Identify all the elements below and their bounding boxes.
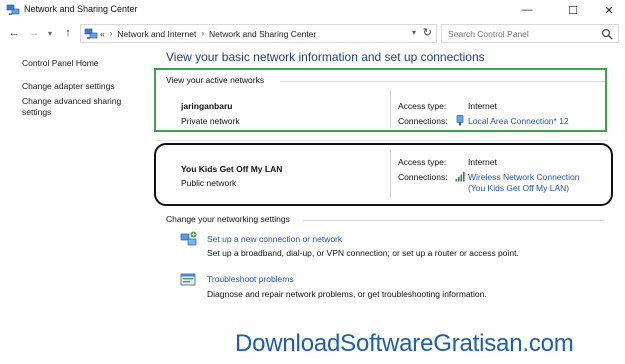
- wifi-signal-icon: [455, 172, 465, 182]
- network-center-icon: [84, 28, 98, 39]
- breadcrumb-separator[interactable]: ›: [110, 29, 113, 38]
- address-overflow[interactable]: «: [100, 29, 105, 39]
- network-center-icon: [6, 4, 20, 15]
- setup-new-connection-description: Set up a broadband, dial-up, or VPN conn…: [207, 248, 519, 258]
- back-button[interactable]: ←: [6, 25, 22, 41]
- network-name: jaringanbaru: [181, 101, 233, 111]
- section-divider: [303, 220, 605, 221]
- maximize-button[interactable]: ☐: [556, 0, 590, 20]
- page-title: View your basic network information and …: [166, 50, 485, 64]
- access-type-label: Access type:: [398, 101, 447, 111]
- access-type-value: Internet: [468, 157, 497, 167]
- wireless-connection-ssid-link[interactable]: (You Kids Get Off My LAN): [468, 183, 569, 193]
- network-name: You Kids Get Off My LAN: [181, 164, 283, 174]
- setup-new-connection-link[interactable]: Set up a new connection or network: [207, 234, 342, 244]
- breadcrumb-separator[interactable]: ›: [201, 29, 204, 38]
- up-button[interactable]: ↑: [60, 25, 76, 41]
- breadcrumb-network-sharing-center[interactable]: Network and Sharing Center: [209, 29, 316, 39]
- title-bar: Network and Sharing Center — ☐ ✕: [0, 0, 625, 22]
- troubleshoot-icon: [180, 273, 196, 286]
- search-icon[interactable]: [601, 28, 613, 40]
- network-separator: [156, 140, 608, 141]
- breadcrumb-network-and-internet[interactable]: Network and Internet: [117, 29, 196, 39]
- network-category-link[interactable]: Public network: [181, 178, 236, 188]
- minimize-button[interactable]: —: [510, 0, 544, 20]
- local-area-connection-link[interactable]: Local Area Connection* 12: [468, 116, 569, 126]
- address-row: ← → ▾ ↑ « › Network and Internet › Netwo…: [0, 22, 625, 46]
- window-title: Network and Sharing Center: [24, 4, 138, 14]
- connections-label: Connections:: [398, 116, 448, 126]
- section-divider: [280, 81, 605, 82]
- change-settings-label: Change your networking settings: [166, 214, 290, 224]
- search-input[interactable]: [442, 28, 592, 39]
- active-networks-label: View your active networks: [166, 75, 265, 85]
- change-adapter-settings-link[interactable]: Change adapter settings: [22, 81, 157, 92]
- ethernet-icon: [456, 115, 464, 126]
- search-box[interactable]: [441, 24, 619, 43]
- control-panel-home-link[interactable]: Control Panel Home: [22, 58, 157, 69]
- address-dropdown-button[interactable]: ▾: [412, 28, 416, 37]
- connections-label: Connections:: [398, 172, 448, 182]
- access-type-value: Internet: [468, 101, 497, 111]
- new-connection-icon: [180, 231, 197, 246]
- network-divider: [390, 150, 391, 198]
- address-bar[interactable]: « › Network and Internet › Network and S…: [80, 24, 437, 43]
- recent-locations-button[interactable]: ▾: [42, 25, 58, 41]
- close-button[interactable]: ✕: [592, 0, 625, 20]
- troubleshoot-problems-link[interactable]: Troubleshoot problems: [207, 274, 294, 284]
- troubleshoot-problems-description: Diagnose and repair network problems, or…: [207, 289, 487, 299]
- wireless-connection-link[interactable]: Wireless Network Connection: [468, 172, 579, 182]
- change-advanced-sharing-link[interactable]: Change advanced sharing settings: [22, 96, 134, 118]
- network-divider: [390, 90, 391, 128]
- access-type-label: Access type:: [398, 157, 447, 167]
- watermark-text: DownloadSoftwareGratisan.com: [235, 330, 574, 357]
- left-navigation: Control Panel Home Change adapter settin…: [22, 58, 157, 118]
- refresh-button[interactable]: ↻: [423, 26, 432, 39]
- forward-button[interactable]: →: [26, 25, 42, 41]
- network-category-link[interactable]: Private network: [181, 116, 240, 126]
